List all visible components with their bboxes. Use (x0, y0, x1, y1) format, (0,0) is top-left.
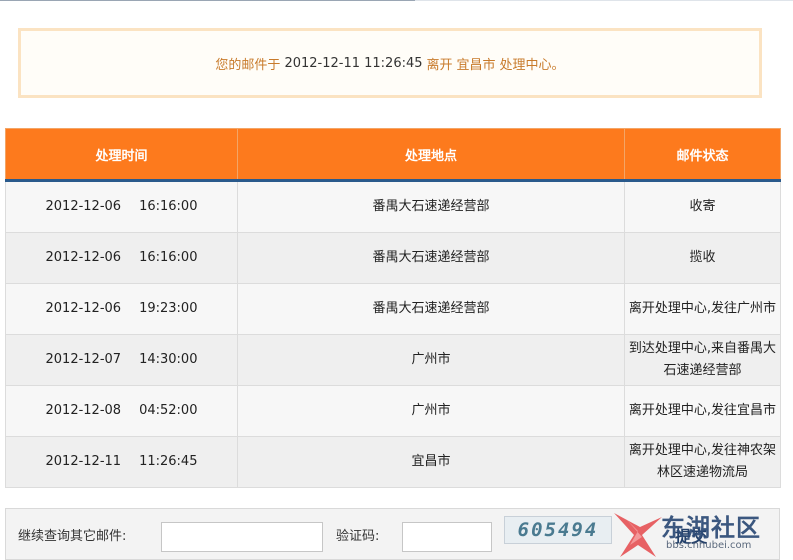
watermark-name: 东湖社区 (661, 514, 761, 542)
cell-time: 2012-12-06 16:16:00 (5, 180, 238, 233)
cell-clock: 19:23:00 (139, 301, 198, 316)
cell-location: 广州市 (237, 334, 625, 386)
cell-date: 2012-12-11 (45, 454, 122, 469)
captcha-image[interactable]: 605494 (504, 516, 612, 544)
cell-time: 2012-12-07 14:30:00 (5, 334, 238, 386)
table-row: 2012-12-06 16:16:00 番禺大石速递经营部 收寄 (5, 180, 781, 233)
table-row: 2012-12-06 16:16:00 番禺大石速递经营部 揽收 (5, 232, 781, 284)
cell-date: 2012-12-06 (45, 301, 122, 316)
cell-clock: 14:30:00 (139, 352, 198, 367)
cell-clock: 16:16:00 (139, 250, 198, 265)
cell-location: 番禺大石速递经营部 (237, 180, 625, 233)
cell-clock: 16:16:00 (139, 199, 198, 214)
cell-time: 2012-12-06 19:23:00 (5, 283, 238, 335)
cell-status: 揽收 (624, 232, 781, 284)
cell-location: 广州市 (237, 385, 625, 437)
cell-location: 番禺大石速递经营部 (237, 232, 625, 284)
mail-number-input[interactable] (161, 522, 323, 552)
verify-code-label: 验证码: (336, 529, 380, 544)
cell-date: 2012-12-06 (45, 250, 122, 265)
notice-suffix: 处理中心。 (499, 57, 565, 73)
cell-time: 2012-12-11 11:26:45 (5, 436, 238, 488)
cell-status: 离开处理中心,发往广州市 (624, 283, 781, 335)
cell-clock: 11:26:45 (139, 454, 198, 469)
status-notice: 您的邮件于 2012-12-11 11:26:45 离开 宜昌市 处理中心。 (18, 28, 762, 98)
table-row: 2012-12-07 14:30:00 广州市 到达处理中心,来自番禺大石速递经营部 (5, 334, 781, 386)
notice-place: 宜昌市 (456, 57, 496, 73)
cell-status: 到达处理中心,来自番禺大石速递经营部 (624, 334, 781, 386)
cell-time: 2012-12-06 16:16:00 (5, 232, 238, 284)
cell-date: 2012-12-08 (45, 403, 122, 418)
cell-status: 离开处理中心,发往宜昌市 (624, 385, 781, 437)
table-row: 2012-12-11 11:26:45 宜昌市 离开处理中心,发往神农架林区速递物流局 (5, 436, 781, 488)
header-status: 邮件状态 (624, 128, 781, 182)
cell-time: 2012-12-08 04:52:00 (5, 385, 238, 437)
cell-clock: 04:52:00 (139, 403, 198, 418)
cell-date: 2012-12-06 (45, 199, 122, 214)
cell-location: 宜昌市 (237, 436, 625, 488)
cell-status: 收寄 (624, 180, 781, 233)
cell-status: 离开处理中心,发往神农架林区速递物流局 (624, 436, 781, 488)
header-time: 处理时间 (5, 128, 238, 182)
table-row: 2012-12-08 04:52:00 广州市 离开处理中心,发往宜昌市 (5, 385, 781, 437)
table-row: 2012-12-06 19:23:00 番禺大石速递经营部 离开处理中心,发往广州市 (5, 283, 781, 335)
header-location: 处理地点 (237, 128, 625, 182)
table-header-row: 处理时间 处理地点 邮件状态 (5, 128, 781, 182)
notice-prefix: 您的邮件于 (215, 57, 281, 73)
verify-code-input[interactable] (402, 522, 492, 552)
notice-datetime: 2012-12-11 11:26:45 (284, 55, 423, 71)
watermark-url: bbs.cnhubei.com (666, 540, 752, 551)
top-border-accent (0, 0, 415, 1)
tracking-table: 处理时间 处理地点 邮件状态 2012-12-06 16:16:00 番禺大石速递经… (5, 128, 781, 488)
cell-location: 番禺大石速递经营部 (237, 283, 625, 335)
query-label: 继续查询其它邮件: (18, 529, 127, 544)
cell-date: 2012-12-07 (45, 352, 122, 367)
notice-action: 离开 (426, 57, 453, 73)
